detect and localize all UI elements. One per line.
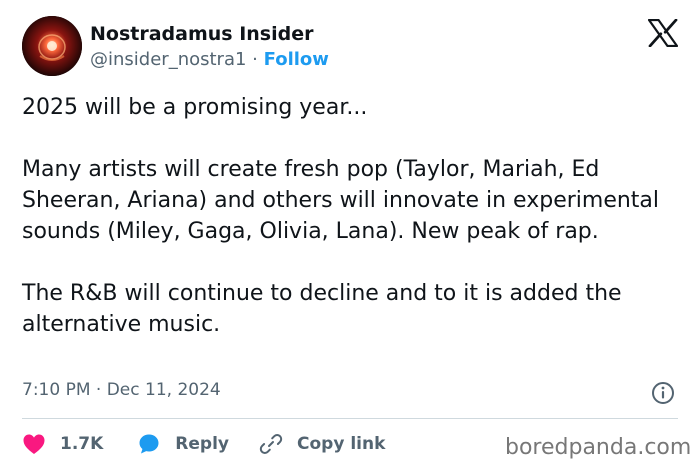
author-handle-row: @insider_nostra1 · Follow [90,49,329,70]
reply-label: Reply [175,434,229,454]
tweet-time: 7:10 PM [22,380,91,400]
tweet-card: Nostradamus Insider @insider_nostra1 · F… [0,0,700,471]
like-button[interactable]: 1.7K [22,433,103,455]
tweet-timestamp[interactable]: 7:10 PM · Dec 11, 2024 [22,380,221,400]
reply-button[interactable]: Reply [137,432,229,456]
handle-separator: · [252,49,258,70]
info-icon[interactable] [651,381,675,405]
watermark: boredpanda.com [505,435,692,460]
speech-bubble-icon [137,432,161,456]
tweet-actions: 1.7K Reply Copy link [22,428,385,460]
copy-link-button[interactable]: Copy link [259,432,385,456]
divider [22,418,678,419]
heart-icon [22,433,46,455]
tweet-text: 2025 will be a promising year... Many ar… [22,95,660,337]
link-icon [259,432,283,456]
tweet-date: Dec 11, 2024 [106,380,221,400]
like-count: 1.7K [60,434,104,454]
copy-link-label: Copy link [297,434,386,454]
x-logo-icon[interactable] [647,18,679,48]
author-name[interactable]: Nostradamus Insider [90,23,313,45]
timestamp-separator: · [95,380,102,400]
author-handle[interactable]: @insider_nostra1 [90,49,246,70]
follow-button[interactable]: Follow [264,49,329,70]
avatar[interactable] [22,16,82,76]
